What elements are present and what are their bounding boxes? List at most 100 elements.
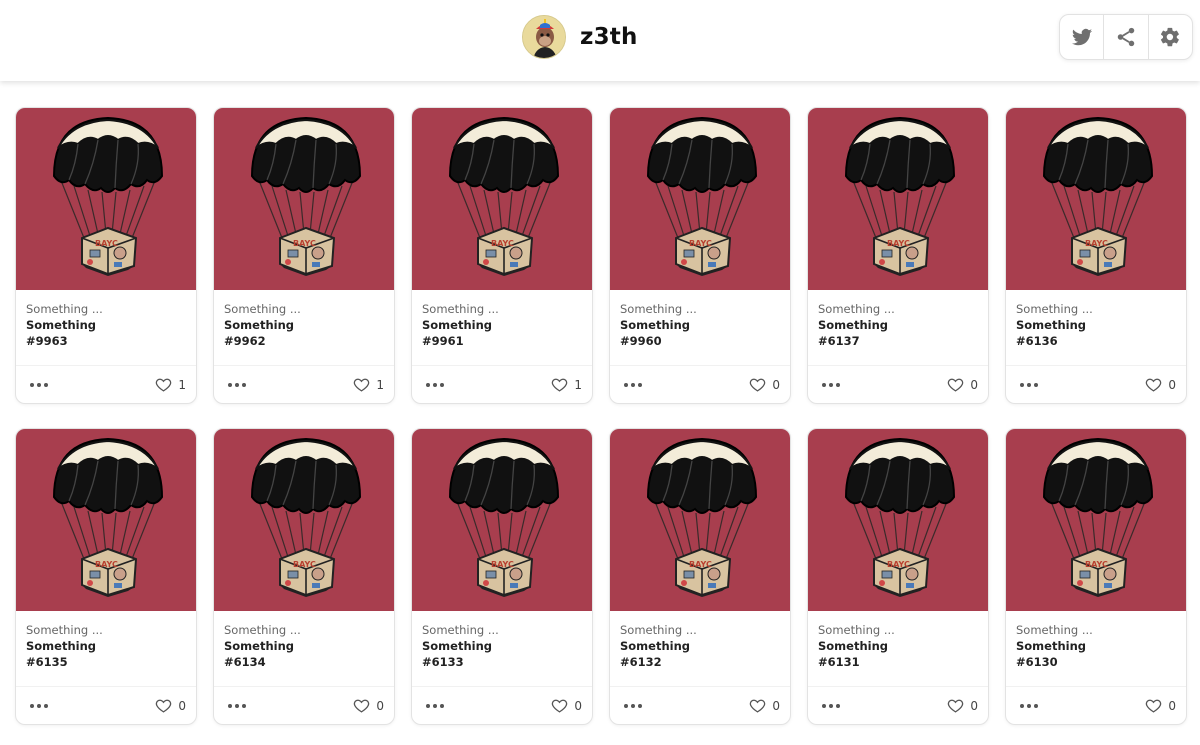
- settings-button[interactable]: [1149, 15, 1192, 59]
- nft-image[interactable]: BAYC: [808, 429, 988, 611]
- ellipsis-icon: [426, 382, 430, 387]
- nft-image[interactable]: BAYC: [1006, 429, 1186, 611]
- nft-image[interactable]: BAYC: [808, 108, 988, 290]
- nft-card[interactable]: BAYC Something ... Something #6130 0: [1005, 428, 1187, 725]
- top-bar: z3th: [0, 0, 1200, 81]
- nft-card[interactable]: BAYC Something ... Something #6137 0: [807, 107, 989, 404]
- nft-image[interactable]: BAYC: [214, 108, 394, 290]
- parachute-crate-icon: BAYC: [1042, 437, 1154, 597]
- nft-title: Something: [422, 318, 493, 332]
- like-count: 0: [178, 698, 186, 713]
- like-button[interactable]: 0: [1145, 376, 1176, 393]
- like-button[interactable]: 0: [947, 376, 978, 393]
- ellipsis-icon: [30, 703, 34, 708]
- token-id: #6133: [422, 655, 464, 669]
- card-footer: 0: [1006, 686, 1186, 724]
- more-options-button[interactable]: [226, 696, 248, 716]
- card-info: Something ... Something #9963: [16, 290, 196, 366]
- like-button[interactable]: 0: [1145, 697, 1176, 714]
- ellipsis-icon: [638, 703, 642, 708]
- more-options-button[interactable]: [424, 696, 446, 716]
- nft-image[interactable]: BAYC: [412, 108, 592, 290]
- ape-avatar-icon: [523, 16, 565, 58]
- heart-icon: [1146, 378, 1162, 392]
- more-options-button[interactable]: [424, 375, 446, 395]
- collection-name: Something ...: [422, 623, 499, 637]
- more-options-button[interactable]: [820, 375, 842, 395]
- ellipsis-icon: [631, 703, 635, 708]
- more-options-button[interactable]: [1018, 375, 1040, 395]
- nft-image[interactable]: BAYC: [1006, 108, 1186, 290]
- more-options-button[interactable]: [226, 375, 248, 395]
- heart-icon: [750, 378, 766, 392]
- collection-name: Something ...: [26, 302, 103, 316]
- token-id: #6132: [620, 655, 662, 669]
- like-button[interactable]: 0: [749, 697, 780, 714]
- svg-text:BAYC: BAYC: [95, 560, 118, 569]
- nft-card[interactable]: BAYC Something ... Something #6131 0: [807, 428, 989, 725]
- nft-card[interactable]: BAYC Something ... Something #6135 0: [15, 428, 197, 725]
- card-footer: 0: [16, 686, 196, 724]
- ellipsis-icon: [235, 703, 239, 708]
- nft-card[interactable]: BAYC Something ... Something #9961 1: [411, 107, 593, 404]
- nft-card[interactable]: BAYC Something ... Something #6136 0: [1005, 107, 1187, 404]
- token-id: #6134: [224, 655, 266, 669]
- like-button[interactable]: 1: [551, 376, 582, 393]
- nft-card[interactable]: BAYC Something ... Something #6132 0: [609, 428, 791, 725]
- nft-title: Something: [26, 639, 97, 653]
- nft-card[interactable]: BAYC Something ... Something #6134 0: [213, 428, 395, 725]
- nft-image[interactable]: BAYC: [412, 429, 592, 611]
- ellipsis-icon: [440, 382, 444, 387]
- like-button[interactable]: 1: [353, 376, 384, 393]
- share-button[interactable]: [1104, 15, 1149, 59]
- nft-card[interactable]: BAYC Something ... Something #9963 1: [15, 107, 197, 404]
- nft-title: Something: [818, 639, 889, 653]
- nft-card[interactable]: BAYC Something ... Something #9960 0: [609, 107, 791, 404]
- nft-title: Something: [26, 318, 97, 332]
- share-icon: [1117, 27, 1135, 47]
- svg-text:BAYC: BAYC: [689, 560, 712, 569]
- collection-name: Something ...: [422, 302, 499, 316]
- nft-image[interactable]: BAYC: [610, 429, 790, 611]
- svg-text:BAYC: BAYC: [1085, 239, 1108, 248]
- more-options-button[interactable]: [622, 696, 644, 716]
- like-button[interactable]: 1: [155, 376, 186, 393]
- heart-icon: [948, 378, 964, 392]
- card-info: Something ... Something #6136: [1006, 290, 1186, 366]
- ellipsis-icon: [30, 382, 34, 387]
- ellipsis-icon: [822, 703, 826, 708]
- parachute-crate-icon: BAYC: [52, 437, 164, 597]
- like-button[interactable]: 0: [353, 697, 384, 714]
- nft-image[interactable]: BAYC: [214, 429, 394, 611]
- ellipsis-icon: [228, 382, 232, 387]
- like-count: 0: [772, 698, 780, 713]
- ellipsis-icon: [1034, 382, 1038, 387]
- more-options-button[interactable]: [622, 375, 644, 395]
- token-id: #6130: [1016, 655, 1058, 669]
- like-button[interactable]: 0: [947, 697, 978, 714]
- more-options-button[interactable]: [1018, 696, 1040, 716]
- like-button[interactable]: 0: [551, 697, 582, 714]
- like-button[interactable]: 0: [155, 697, 186, 714]
- more-options-button[interactable]: [28, 696, 50, 716]
- like-button[interactable]: 0: [749, 376, 780, 393]
- avatar[interactable]: [522, 15, 566, 59]
- nft-card[interactable]: BAYC Something ... Something #6133 0: [411, 428, 593, 725]
- heart-icon: [156, 699, 172, 713]
- ellipsis-icon: [1034, 703, 1038, 708]
- card-footer: 0: [214, 686, 394, 724]
- nft-image[interactable]: BAYC: [16, 429, 196, 611]
- ellipsis-icon: [836, 382, 840, 387]
- card-footer: 0: [610, 686, 790, 724]
- nft-card[interactable]: BAYC Something ... Something #9962 1: [213, 107, 395, 404]
- token-id: #6136: [1016, 334, 1058, 348]
- nft-image[interactable]: BAYC: [610, 108, 790, 290]
- more-options-button[interactable]: [820, 696, 842, 716]
- username: z3th: [580, 24, 638, 50]
- nft-image[interactable]: BAYC: [16, 108, 196, 290]
- ellipsis-icon: [440, 703, 444, 708]
- card-footer: 0: [610, 365, 790, 403]
- more-options-button[interactable]: [28, 375, 50, 395]
- twitter-button[interactable]: [1060, 15, 1105, 59]
- heart-icon: [1146, 699, 1162, 713]
